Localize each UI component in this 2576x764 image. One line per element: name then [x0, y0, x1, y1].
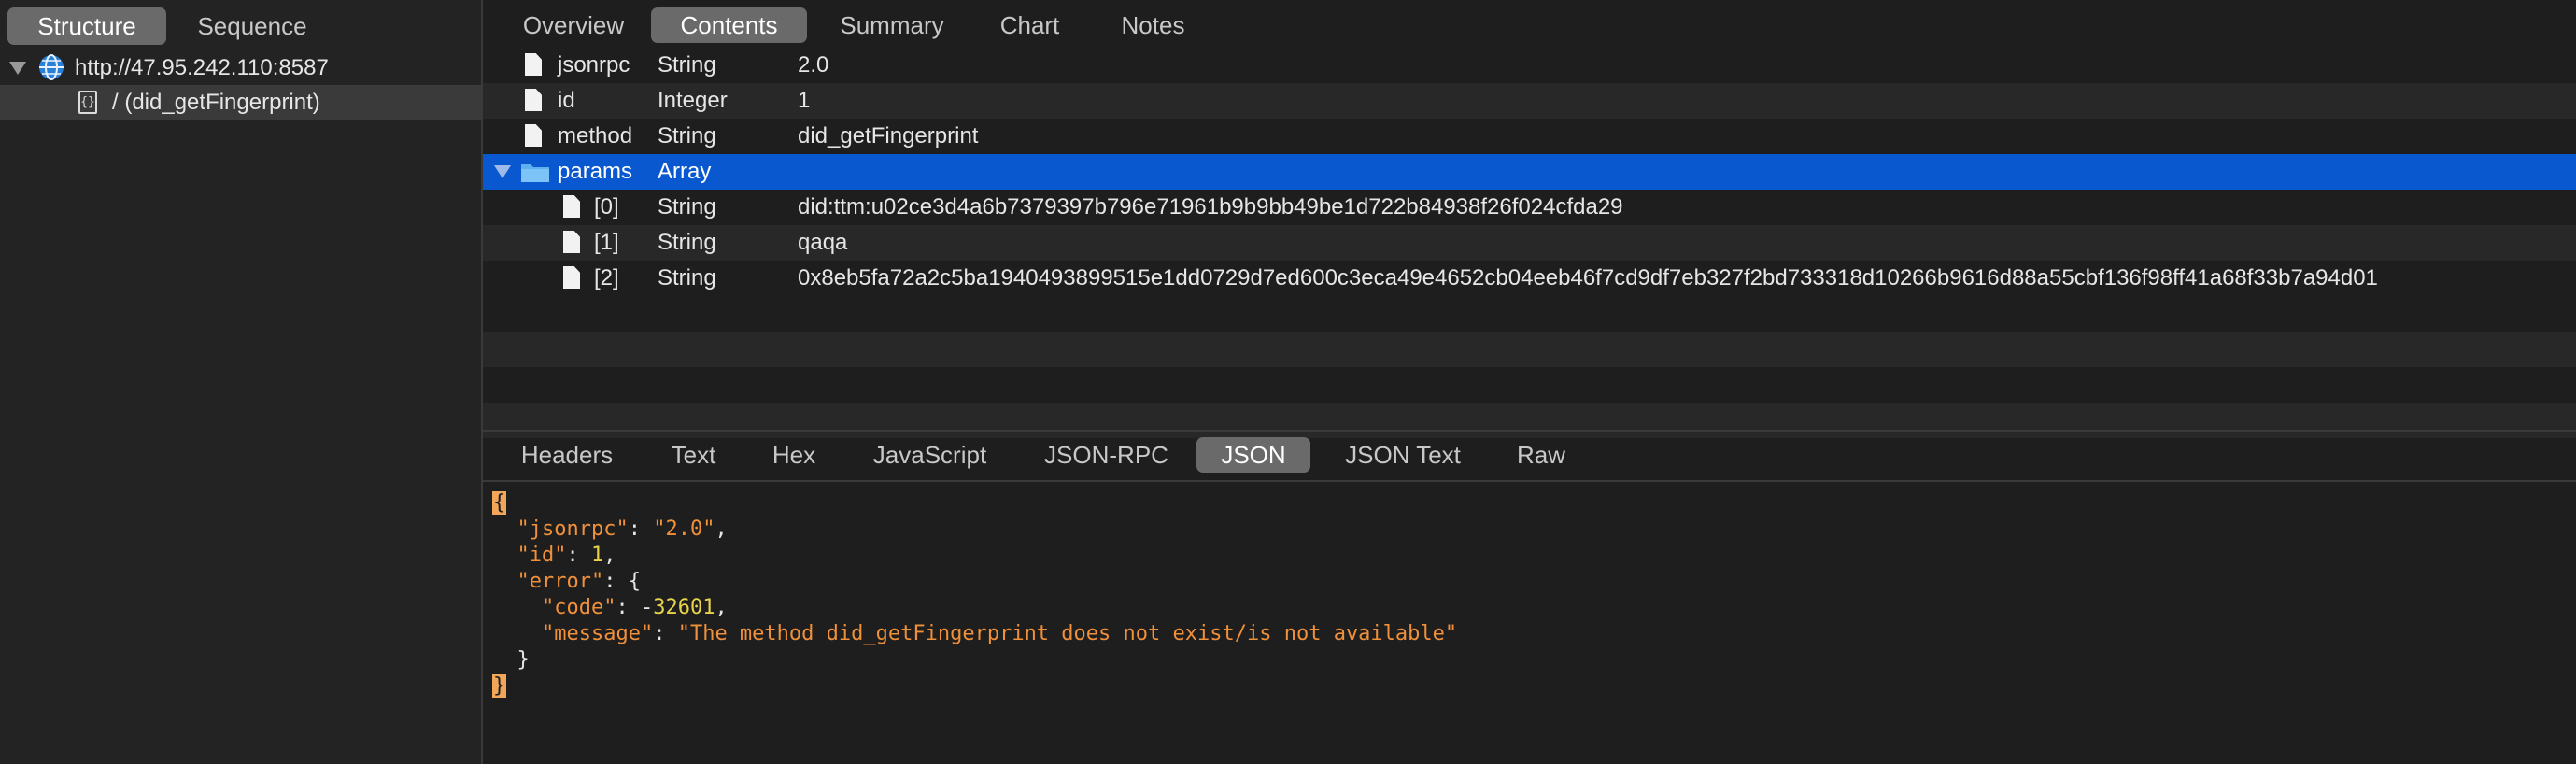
- json-viewer[interactable]: { "jsonrpc": "2.0", "id": 1, "error": { …: [492, 490, 1457, 700]
- host-row[interactable]: http://47.95.242.110:8587: [0, 50, 481, 85]
- tab-raw[interactable]: Raw: [1499, 437, 1583, 473]
- document-icon: [525, 53, 542, 76]
- table-row[interactable]: [2] String 0x8eb5fa72a2c5ba1940493899515…: [483, 261, 2576, 296]
- row-type: String: [658, 123, 716, 149]
- row-name: [1]: [594, 230, 619, 255]
- json-number: 1: [590, 544, 604, 567]
- document-icon: [563, 195, 580, 218]
- host-url: http://47.95.242.110:8587: [75, 54, 329, 80]
- row-name: [2]: [594, 265, 619, 290]
- row-name: method: [558, 123, 633, 149]
- row-value: 2.0: [798, 52, 829, 78]
- row-type: Integer: [658, 88, 728, 113]
- table-row-selected[interactable]: params Array: [483, 154, 2576, 190]
- row-type: String: [658, 230, 716, 255]
- row-type: String: [658, 194, 716, 219]
- row-name: [0]: [594, 194, 619, 219]
- tab-summary[interactable]: Summary: [822, 7, 962, 43]
- folder-icon: [520, 161, 550, 183]
- sidebar: Structure Sequence http://47.95.242.110:…: [0, 0, 483, 764]
- tab-headers[interactable]: Headers: [505, 437, 629, 473]
- document-icon: [563, 231, 580, 253]
- row-name: params: [558, 159, 633, 184]
- row-value: did_getFingerprint: [798, 123, 979, 149]
- disclosure-triangle-icon[interactable]: [9, 62, 26, 75]
- tab-underline: [483, 480, 2576, 482]
- tab-chart[interactable]: Chart: [971, 7, 1088, 43]
- row-name: id: [558, 88, 575, 113]
- table-row[interactable]: id Integer 1: [483, 83, 2576, 119]
- tab-text[interactable]: Text: [654, 437, 733, 473]
- disclosure-triangle-icon[interactable]: [494, 165, 511, 178]
- tab-json-rpc[interactable]: JSON-RPC: [1029, 437, 1183, 473]
- document-icon: [525, 124, 542, 147]
- empty-row: [483, 332, 2576, 367]
- tab-hex[interactable]: Hex: [757, 437, 831, 473]
- tab-json[interactable]: JSON: [1196, 437, 1310, 473]
- row-value: qaqa: [798, 230, 848, 255]
- json-key: "message": [541, 622, 654, 645]
- table-row[interactable]: [1] String qaqa: [483, 225, 2576, 261]
- document-icon: [525, 89, 542, 111]
- json-key: "jsonrpc": [517, 517, 629, 541]
- segment-structure[interactable]: Structure: [7, 7, 166, 45]
- json-key: "error": [517, 570, 604, 593]
- json-key: "id": [517, 544, 567, 567]
- segment-sequence[interactable]: Sequence: [177, 7, 327, 45]
- json-sign: -: [640, 596, 654, 619]
- row-value: 1: [798, 88, 811, 113]
- row-type: Array: [658, 159, 712, 184]
- tab-overview[interactable]: Overview: [499, 7, 648, 43]
- globe-icon: [37, 53, 65, 81]
- tab-contents[interactable]: Contents: [651, 7, 807, 43]
- document-icon: [563, 266, 580, 289]
- request-row[interactable]: {} / (did_getFingerprint): [0, 85, 481, 120]
- empty-row: [483, 403, 2576, 438]
- table-row[interactable]: method String did_getFingerprint: [483, 119, 2576, 154]
- row-value: did:ttm:u02ce3d4a6b7379397b796e71961b9b9…: [798, 194, 1623, 219]
- row-name: jsonrpc: [558, 52, 630, 78]
- table-row[interactable]: jsonrpc String 2.0: [483, 48, 2576, 83]
- tab-javascript[interactable]: JavaScript: [857, 437, 1002, 473]
- close-brace: }: [492, 674, 507, 698]
- json-file-icon: {}: [78, 91, 97, 114]
- row-type: String: [658, 265, 716, 290]
- pane-divider[interactable]: [483, 430, 2576, 432]
- open-brace: {: [492, 491, 507, 515]
- json-number: 32601: [653, 596, 715, 619]
- request-label: / (did_getFingerprint): [112, 89, 320, 115]
- tab-notes[interactable]: Notes: [1095, 7, 1211, 43]
- json-string: "The method did_getFingerprint does not …: [677, 622, 1458, 645]
- tab-json-text[interactable]: JSON Text: [1328, 437, 1478, 473]
- table-row[interactable]: [0] String did:ttm:u02ce3d4a6b7379397b79…: [483, 190, 2576, 225]
- row-value: 0x8eb5fa72a2c5ba1940493899515e1dd0729d7e…: [798, 265, 2378, 290]
- row-type: String: [658, 52, 716, 78]
- json-key: "code": [541, 596, 616, 619]
- json-string: "2.0": [653, 517, 715, 541]
